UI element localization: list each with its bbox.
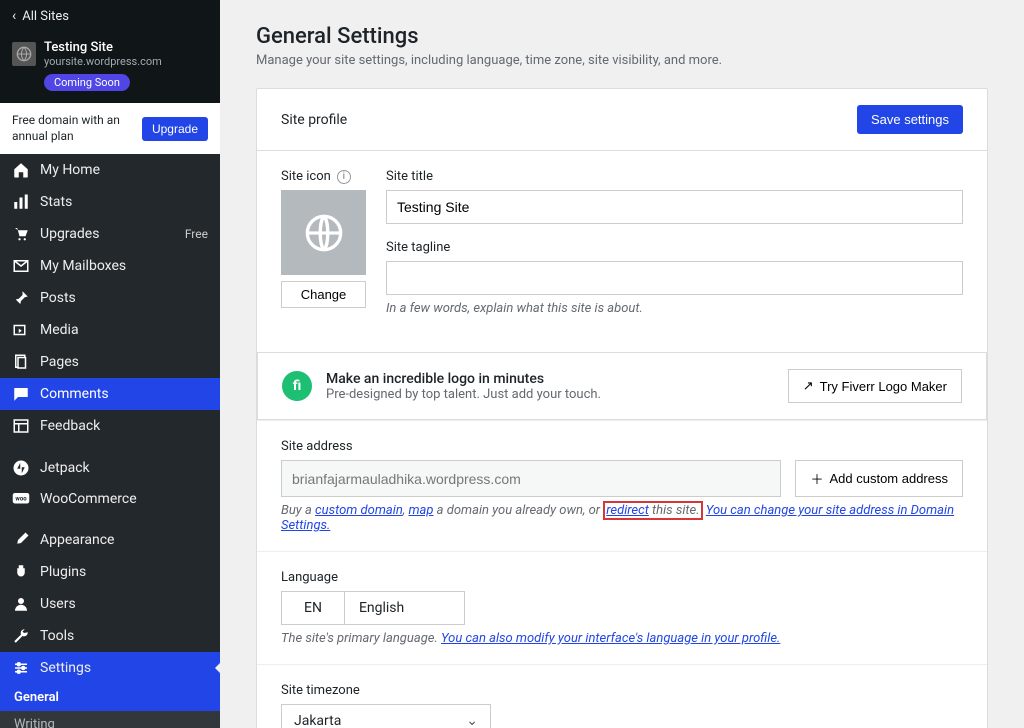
all-sites-link[interactable]: ‹ All Sites <box>0 0 220 32</box>
woo-icon: woo <box>12 492 30 506</box>
page-title: General Settings <box>256 24 988 49</box>
profile-language-link[interactable]: You can also modify your interface's lan… <box>441 631 780 646</box>
jetpack-icon <box>12 459 30 477</box>
fiverr-title: Make an incredible logo in minutes <box>326 371 601 387</box>
timezone-section: Site timezone Jakarta ⌄ Choose a city in… <box>257 664 987 728</box>
feedback-icon <box>12 417 30 435</box>
card-title: Site profile <box>281 112 347 128</box>
timezone-select[interactable]: Jakarta ⌄ <box>281 704 491 728</box>
fiverr-sub: Pre-designed by top talent. Just add you… <box>326 387 601 402</box>
comment-icon <box>12 385 30 403</box>
custom-domain-link[interactable]: custom domain <box>315 503 403 518</box>
plug-icon <box>12 563 30 581</box>
site-tagline-label: Site tagline <box>386 240 963 255</box>
nav-mailboxes[interactable]: My Mailboxes <box>0 250 220 282</box>
site-address-section: Site address ＋Add custom address Buy a c… <box>257 420 987 551</box>
upgrade-box: Free domain with an annual plan Upgrade <box>0 103 220 154</box>
nav-tools[interactable]: Tools <box>0 620 220 652</box>
change-icon-button[interactable]: Change <box>281 281 366 308</box>
nav-upgrades[interactable]: UpgradesFree <box>0 218 220 250</box>
pages-icon <box>12 353 30 371</box>
settings-subnav: General Writing Reading Discussion <box>0 684 220 728</box>
nav-my-home[interactable]: My Home <box>0 154 220 186</box>
user-icon <box>12 595 30 613</box>
sidebar: ‹ All Sites Testing Site yoursite.wordpr… <box>0 0 220 728</box>
main-content: General Settings Manage your site settin… <box>220 0 1024 728</box>
site-tagline-input[interactable] <box>386 261 963 295</box>
upgrade-text: Free domain with an annual plan <box>12 113 134 144</box>
brush-icon <box>12 531 30 549</box>
site-title-input[interactable] <box>386 190 963 224</box>
nav-comments[interactable]: Comments <box>0 378 220 410</box>
timezone-label: Site timezone <box>281 683 963 698</box>
all-sites-label: All Sites <box>22 9 69 24</box>
nav-users[interactable]: Users <box>0 588 220 620</box>
fiverr-promo: fi Make an incredible logo in minutes Pr… <box>257 352 987 420</box>
nav-appearance[interactable]: Appearance <box>0 524 220 556</box>
home-icon <box>12 161 30 179</box>
site-name: Testing Site <box>44 40 208 55</box>
nav-settings[interactable]: Settings <box>0 652 220 684</box>
plus-icon: ＋ <box>810 469 823 488</box>
language-hint: The site's primary language. You can als… <box>281 631 963 646</box>
mail-icon <box>12 257 30 275</box>
nav-media[interactable]: Media <box>0 314 220 346</box>
chevron-left-icon: ‹ <box>12 8 16 24</box>
tagline-hint: In a few words, explain what this site i… <box>386 301 963 316</box>
language-name: English <box>345 592 464 624</box>
site-address-label: Site address <box>281 439 963 454</box>
site-card: Testing Site yoursite.wordpress.com Comi… <box>0 32 220 103</box>
language-code: EN <box>282 592 345 624</box>
site-address-input <box>281 460 781 497</box>
site-icon-label: Site icon <box>281 169 331 184</box>
address-hint: Buy a custom domain, map a domain you al… <box>281 503 963 533</box>
redirect-highlight: redirect this site. <box>603 501 702 520</box>
info-icon[interactable]: i <box>337 170 351 184</box>
save-settings-button[interactable]: Save settings <box>857 105 963 134</box>
fiverr-button[interactable]: ↗Try Fiverr Logo Maker <box>788 369 962 403</box>
site-profile-card: Site profile Save settings Site icon i Ch… <box>256 88 988 728</box>
site-icon-preview <box>281 190 366 275</box>
language-picker[interactable]: EN English <box>281 591 465 625</box>
sub-writing[interactable]: Writing <box>0 711 220 728</box>
timezone-value: Jakarta <box>282 705 454 728</box>
nav-jetpack[interactable]: Jetpack <box>0 452 220 484</box>
add-custom-address-button[interactable]: ＋Add custom address <box>795 460 963 497</box>
external-icon: ↗ <box>803 378 814 394</box>
nav-pages[interactable]: Pages <box>0 346 220 378</box>
stats-icon <box>12 193 30 211</box>
fiverr-icon: fi <box>282 371 312 401</box>
map-link[interactable]: map <box>408 503 433 518</box>
nav: My Home Stats UpgradesFree My Mailboxes … <box>0 154 220 728</box>
nav-posts[interactable]: Posts <box>0 282 220 314</box>
nav-woocommerce[interactable]: wooWooCommerce <box>0 484 220 514</box>
page-subtitle: Manage your site settings, including lan… <box>256 53 988 68</box>
nav-plugins[interactable]: Plugins <box>0 556 220 588</box>
language-label: Language <box>281 570 963 585</box>
site-url: yoursite.wordpress.com <box>44 55 208 68</box>
nav-stats[interactable]: Stats <box>0 186 220 218</box>
coming-soon-badge: Coming Soon <box>44 74 130 91</box>
site-title-label: Site title <box>386 169 963 184</box>
upgrade-button[interactable]: Upgrade <box>142 117 208 141</box>
nav-feedback[interactable]: Feedback <box>0 410 220 442</box>
media-icon <box>12 321 30 339</box>
chevron-down-icon: ⌄ <box>454 713 490 728</box>
pin-icon <box>12 289 30 307</box>
cart-icon <box>12 225 30 243</box>
wrench-icon <box>12 627 30 645</box>
site-avatar-icon <box>12 42 36 66</box>
sub-general[interactable]: General <box>0 684 220 711</box>
redirect-link[interactable]: redirect <box>606 503 649 518</box>
language-section: Language EN English The site's primary l… <box>257 551 987 664</box>
settings-icon <box>12 659 30 677</box>
svg-text:woo: woo <box>15 496 27 503</box>
